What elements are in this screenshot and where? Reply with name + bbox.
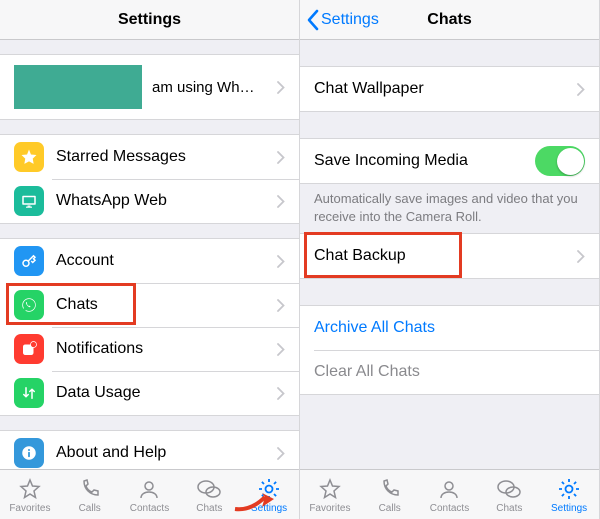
tab-label: Settings	[251, 503, 287, 514]
chevron-right-icon	[277, 447, 285, 460]
phone-icon	[377, 476, 403, 502]
settings-group-starred-web: Starred Messages WhatsApp Web	[0, 134, 299, 224]
footer-save-media: Automatically save images and video that…	[300, 184, 599, 233]
tab-contacts[interactable]: Contacts	[120, 470, 180, 519]
row-chat-backup[interactable]: Chat Backup	[300, 234, 599, 278]
settings-screen: Settings am using Wh… Starred Messages W…	[0, 0, 300, 519]
chevron-right-icon	[277, 387, 285, 400]
settings-group-about: About and Help	[0, 430, 299, 469]
chevron-right-icon	[277, 299, 285, 312]
tab-label: Contacts	[130, 503, 169, 514]
chevron-right-icon	[277, 81, 285, 94]
row-label: Starred Messages	[56, 148, 271, 166]
toggle-save-media[interactable]	[535, 146, 585, 176]
chevron-right-icon	[277, 255, 285, 268]
key-icon	[14, 246, 44, 276]
settings-content: am using Wh… Starred Messages WhatsApp W…	[0, 40, 299, 469]
group-archive-clear: Archive All Chats Clear All Chats	[300, 305, 599, 395]
tab-favorites[interactable]: Favorites	[0, 470, 60, 519]
data-arrows-icon	[14, 378, 44, 408]
tab-settings[interactable]: Settings	[539, 470, 599, 519]
row-label: Chat Wallpaper	[314, 80, 571, 98]
gear-icon	[556, 476, 582, 502]
chat-bubbles-icon	[196, 476, 222, 502]
app-badge-icon	[14, 334, 44, 364]
chevron-right-icon	[277, 343, 285, 356]
row-notifications[interactable]: Notifications	[0, 327, 299, 371]
back-label: Settings	[321, 11, 379, 29]
chats-content: Chat Wallpaper Save Incoming Media Autom…	[300, 40, 599, 469]
row-whatsapp-web[interactable]: WhatsApp Web	[0, 179, 299, 223]
tab-label: Chats	[196, 503, 222, 514]
group-save-media: Save Incoming Media	[300, 138, 599, 184]
row-clear-all-chats[interactable]: Clear All Chats	[300, 350, 599, 394]
back-button[interactable]: Settings	[306, 9, 379, 31]
contact-icon	[136, 476, 162, 502]
row-save-incoming-media[interactable]: Save Incoming Media	[300, 139, 599, 183]
monitor-icon	[14, 186, 44, 216]
profile-status: am using Wh…	[152, 79, 271, 96]
tab-label: Favorites	[309, 503, 350, 514]
tab-settings[interactable]: Settings	[239, 470, 299, 519]
tab-bar: Favorites Calls Contacts Chats Settings	[300, 469, 599, 519]
tab-label: Calls	[79, 503, 101, 514]
profile-avatar-redacted	[14, 65, 142, 109]
tab-calls[interactable]: Calls	[360, 470, 420, 519]
row-label: About and Help	[56, 444, 271, 462]
row-archive-all-chats[interactable]: Archive All Chats	[300, 306, 599, 350]
tab-label: Settings	[551, 503, 587, 514]
info-icon	[14, 438, 44, 468]
chevron-right-icon	[277, 151, 285, 164]
tab-label: Contacts	[430, 503, 469, 514]
chats-settings-screen: Settings Chats Chat Wallpaper Save Incom…	[300, 0, 600, 519]
chevron-right-icon	[577, 250, 585, 263]
whatsapp-icon	[14, 290, 44, 320]
tab-chats[interactable]: Chats	[179, 470, 239, 519]
row-label: Clear All Chats	[314, 363, 585, 381]
row-label: Notifications	[56, 340, 271, 358]
star-outline-icon	[17, 476, 43, 502]
row-chat-wallpaper[interactable]: Chat Wallpaper	[300, 67, 599, 111]
tab-label: Calls	[379, 503, 401, 514]
row-label: WhatsApp Web	[56, 192, 271, 210]
tab-label: Chats	[496, 503, 522, 514]
chevron-right-icon	[277, 195, 285, 208]
tab-bar: Favorites Calls Contacts Chats Settings	[0, 469, 299, 519]
row-about-help[interactable]: About and Help	[0, 431, 299, 469]
row-starred-messages[interactable]: Starred Messages	[0, 135, 299, 179]
profile-row[interactable]: am using Wh…	[0, 54, 299, 120]
row-label: Archive All Chats	[314, 319, 585, 337]
tab-calls[interactable]: Calls	[60, 470, 120, 519]
phone-icon	[77, 476, 103, 502]
navbar: Settings	[0, 0, 299, 40]
row-label: Account	[56, 252, 271, 270]
tab-favorites[interactable]: Favorites	[300, 470, 360, 519]
row-account[interactable]: Account	[0, 239, 299, 283]
tab-chats[interactable]: Chats	[479, 470, 539, 519]
row-label: Chats	[56, 296, 271, 314]
star-outline-icon	[317, 476, 343, 502]
group-backup: Chat Backup	[300, 233, 599, 279]
row-label: Chat Backup	[314, 247, 571, 265]
contact-icon	[436, 476, 462, 502]
gear-icon	[256, 476, 282, 502]
chat-bubbles-icon	[496, 476, 522, 502]
chevron-left-icon	[306, 9, 319, 31]
row-label: Save Incoming Media	[314, 152, 535, 170]
tab-contacts[interactable]: Contacts	[420, 470, 480, 519]
navbar: Settings Chats	[300, 0, 599, 40]
chevron-right-icon	[577, 83, 585, 96]
row-label: Data Usage	[56, 384, 271, 402]
row-chats[interactable]: Chats	[0, 283, 299, 327]
star-icon	[14, 142, 44, 172]
row-data-usage[interactable]: Data Usage	[0, 371, 299, 415]
settings-group-main: Account Chats Notifications	[0, 238, 299, 416]
navbar-title: Settings	[118, 11, 181, 29]
tab-label: Favorites	[9, 503, 50, 514]
group-wallpaper: Chat Wallpaper	[300, 66, 599, 112]
navbar-title: Chats	[427, 11, 471, 29]
